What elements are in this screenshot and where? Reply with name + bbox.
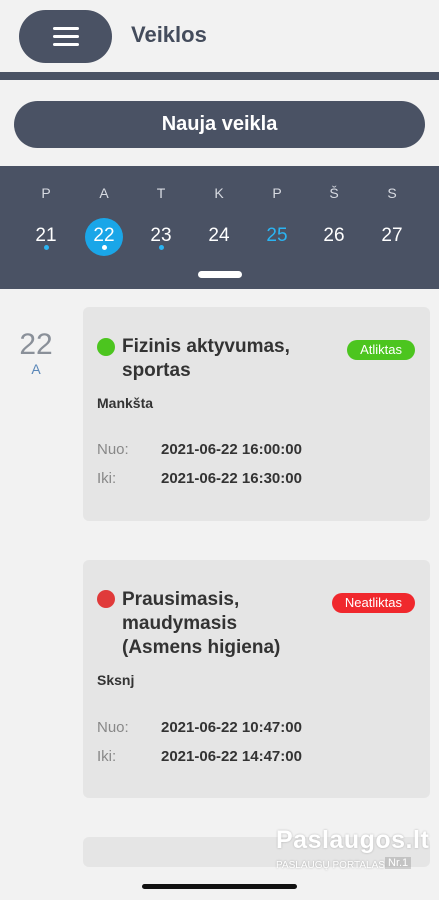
watermark-tagline: PASLAUGŲ PORTALAS <box>276 860 385 871</box>
calendar-day-today[interactable]: 25 <box>258 218 296 256</box>
header-divider <box>0 72 439 80</box>
weekday-letter: Š <box>329 185 339 201</box>
weekday-letter: A <box>99 185 109 201</box>
activity-title: Prausimasis, maudymasis (Asmens higiena) <box>122 589 281 658</box>
watermark-rank: Nr.1 <box>385 857 412 869</box>
status-badge: Neatliktas <box>331 593 415 613</box>
activity-card[interactable]: Prausimasis, maudymasis (Asmens higiena)… <box>83 560 430 798</box>
weekday-letter: T <box>156 185 166 201</box>
from-label: Nuo: <box>97 441 129 458</box>
weekday-letter: K <box>214 185 224 201</box>
group-date-weekday: A <box>31 361 41 377</box>
from-value: 2021-06-22 16:00:00 <box>161 441 302 458</box>
weekday-letter: P <box>272 185 282 201</box>
from-label: Nuo: <box>97 719 129 736</box>
activity-subtitle: Sksnj <box>97 672 135 688</box>
to-label: Iki: <box>97 748 117 765</box>
event-dot <box>158 245 164 250</box>
new-activity-button[interactable]: Nauja veikla <box>14 101 425 148</box>
watermark-brand: Paslaugos.lt <box>276 826 430 854</box>
calendar-drag-handle[interactable] <box>198 271 242 278</box>
to-label: Iki: <box>97 470 117 487</box>
to-value: 2021-06-22 16:30:00 <box>161 470 302 487</box>
calendar-day[interactable]: 21 <box>27 218 65 256</box>
calendar-day-selected[interactable]: 22 <box>85 218 123 256</box>
top-bar: Veiklos <box>0 0 439 72</box>
to-value: 2021-06-22 14:47:00 <box>161 748 302 765</box>
status-dot-icon <box>97 590 115 608</box>
home-indicator[interactable] <box>142 884 297 889</box>
calendar-day[interactable]: 27 <box>373 218 411 256</box>
menu-button[interactable] <box>19 10 112 63</box>
activity-title: Fizinis aktyvumas, sportas <box>122 336 290 381</box>
page-title: Veiklos <box>131 22 207 47</box>
from-value: 2021-06-22 10:47:00 <box>161 719 302 736</box>
group-date-day: 22 <box>19 328 53 361</box>
event-dot <box>43 245 49 250</box>
weekday-letter: S <box>387 185 397 201</box>
event-dot <box>101 245 107 250</box>
hamburger-icon <box>52 26 79 47</box>
activity-subtitle: Mankšta <box>97 395 154 411</box>
calendar-day[interactable]: 26 <box>315 218 353 256</box>
week-calendar: P A T K P Š S 21 22 23 24 25 26 27 <box>0 166 439 289</box>
status-badge: Atliktas <box>347 340 415 360</box>
activity-card[interactable]: Fizinis aktyvumas, sportas Atliktas Mank… <box>83 307 430 521</box>
weekday-letter: P <box>41 185 51 201</box>
status-dot-icon <box>97 338 115 356</box>
calendar-day[interactable]: 24 <box>200 218 238 256</box>
calendar-day[interactable]: 23 <box>142 218 180 256</box>
